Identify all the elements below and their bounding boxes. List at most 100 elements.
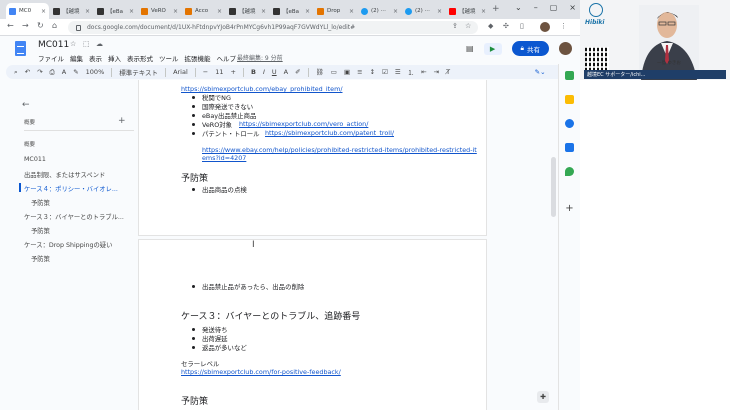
more-icon[interactable]: ⋮ bbox=[560, 22, 567, 30]
explore-button[interactable]: ✚ bbox=[537, 391, 549, 403]
font-size-decrease-icon[interactable]: − bbox=[203, 68, 208, 76]
redo-icon[interactable]: ↷ bbox=[37, 68, 42, 76]
tab-item[interactable]: 【eBa × bbox=[94, 3, 137, 19]
numbered-list-icon[interactable]: ⒈ bbox=[408, 67, 415, 77]
close-icon[interactable]: × bbox=[261, 8, 266, 15]
align-icon[interactable]: ≡ bbox=[357, 68, 362, 76]
docs-logo-icon[interactable] bbox=[15, 41, 26, 56]
search-menus-icon[interactable]: ⌕ bbox=[14, 68, 18, 77]
doc-link[interactable]: https://www.ebay.com/help/policies/prohi… bbox=[202, 146, 477, 154]
page[interactable]: https://sbimexportclub.com/ebay_prohibit… bbox=[139, 80, 486, 235]
back-arrow-icon[interactable]: ← bbox=[22, 100, 30, 110]
page[interactable]: I 出品禁止品があったら、出品の削除 ケース３：バイヤーとのトラブル、追跡番号 … bbox=[139, 240, 486, 410]
doc-link[interactable]: https://sbimexportclub.com/for-positive-… bbox=[181, 368, 341, 376]
profile-avatar[interactable] bbox=[540, 22, 550, 32]
close-icon[interactable]: × bbox=[393, 8, 398, 15]
extension-icon[interactable]: ◆ bbox=[488, 22, 493, 30]
add-summary-icon[interactable]: + bbox=[118, 116, 126, 126]
maps-icon[interactable] bbox=[565, 167, 574, 176]
document-title[interactable]: MC011 bbox=[38, 40, 69, 50]
maximize-icon[interactable]: ▢ bbox=[550, 3, 558, 12]
clear-format-icon[interactable]: T̸ bbox=[446, 68, 450, 76]
tab-mc011[interactable]: MC0 × bbox=[6, 3, 49, 19]
doc-link[interactable]: https://sbimexportclub.com/patent_troll/ bbox=[265, 129, 394, 137]
highlight-icon[interactable]: ✐ bbox=[295, 68, 300, 76]
close-icon[interactable]: × bbox=[305, 8, 310, 15]
tab-item[interactable]: 【越境 × bbox=[226, 3, 269, 19]
outline-item[interactable]: ケース：Drop Shippingの疑い bbox=[24, 240, 112, 249]
share-icon[interactable]: ⇪ bbox=[452, 22, 458, 30]
star-icon[interactable]: ☆ bbox=[465, 22, 471, 30]
tab-item[interactable]: (2) ⋯ × bbox=[402, 3, 445, 19]
print-icon[interactable]: ⎙ bbox=[50, 68, 55, 77]
move-folder-icon[interactable]: ⬚ bbox=[83, 40, 90, 48]
doc-link[interactable]: https://sbimexportclub.com/ebay_prohibit… bbox=[181, 85, 343, 93]
bullet-list-icon[interactable]: ☰ bbox=[395, 68, 401, 76]
new-tab-button[interactable]: + bbox=[492, 4, 500, 14]
tab-item[interactable]: 【越境 × bbox=[50, 3, 93, 19]
paint-format-icon[interactable]: ✎ bbox=[73, 68, 78, 76]
sidepanel-icon[interactable]: ▯ bbox=[520, 22, 524, 30]
url-field[interactable]: docs.google.com/document/d/1UX-hFtdnpvYJ… bbox=[68, 21, 478, 34]
outline-item-active[interactable]: ケース４：ポリシー・バイオレ... bbox=[24, 184, 118, 193]
doc-link[interactable]: ems?id=4207 bbox=[202, 154, 246, 162]
close-icon[interactable]: × bbox=[481, 8, 486, 15]
checklist-icon[interactable]: ☑ bbox=[382, 68, 388, 76]
tab-item[interactable]: VeRO × bbox=[138, 3, 181, 19]
font-size-field[interactable]: 11 bbox=[215, 68, 223, 76]
close-icon[interactable]: × bbox=[349, 8, 354, 15]
tab-item[interactable]: Drop × bbox=[314, 3, 357, 19]
document-canvas[interactable]: https://sbimexportclub.com/ebay_prohibit… bbox=[137, 80, 557, 410]
home-icon[interactable]: ⌂ bbox=[52, 21, 57, 30]
style-select[interactable]: 標準テキスト bbox=[119, 67, 158, 77]
reload-icon[interactable]: ↻ bbox=[37, 21, 44, 30]
menu-tools[interactable]: ツール bbox=[159, 53, 179, 63]
font-select[interactable]: Arial bbox=[173, 68, 188, 76]
keep-icon[interactable] bbox=[565, 95, 574, 104]
menu-insert[interactable]: 挿入 bbox=[108, 53, 121, 63]
menu-format[interactable]: 表示形式 bbox=[127, 53, 153, 63]
star-icon[interactable]: ☆ bbox=[70, 40, 76, 48]
tab-item[interactable]: 【越境 × bbox=[446, 3, 489, 19]
menu-help[interactable]: ヘルプ bbox=[217, 53, 237, 63]
doc-link[interactable]: https://sbimexportclub.com/vero_action/ bbox=[239, 120, 368, 128]
tab-item[interactable]: Acco × bbox=[182, 3, 225, 19]
indent-decrease-icon[interactable]: ⇤ bbox=[421, 68, 426, 76]
close-icon[interactable]: × bbox=[437, 8, 442, 15]
close-icon[interactable]: × bbox=[85, 8, 90, 15]
outline-item[interactable]: MC011 bbox=[24, 156, 46, 163]
tab-item[interactable]: (2) ⋯ × bbox=[358, 3, 401, 19]
comment-icon[interactable]: ▭ bbox=[331, 68, 337, 76]
contacts-icon[interactable] bbox=[565, 143, 574, 152]
share-button[interactable]: 🔒︎ 共有 bbox=[511, 41, 549, 56]
comment-history-icon[interactable]: ▤ bbox=[466, 44, 474, 53]
close-icon[interactable]: × bbox=[41, 8, 46, 15]
outline-item[interactable]: 予防策 bbox=[31, 254, 50, 263]
menu-extensions[interactable]: 拡張機能 bbox=[185, 53, 211, 63]
italic-icon[interactable]: I bbox=[263, 68, 265, 76]
calendar-icon[interactable] bbox=[565, 71, 574, 80]
bold-icon[interactable]: B bbox=[251, 68, 256, 76]
cloud-status-icon[interactable]: ☁ bbox=[96, 40, 103, 48]
avatar[interactable] bbox=[559, 42, 572, 55]
puzzle-icon[interactable]: ✣ bbox=[503, 22, 509, 30]
outline-item[interactable]: ケース３：バイヤーとのトラブル... bbox=[24, 212, 124, 221]
meet-icon[interactable]: ▶ bbox=[483, 42, 502, 55]
vertical-scrollbar[interactable] bbox=[551, 157, 556, 217]
add-addon-icon[interactable]: + bbox=[565, 204, 574, 214]
link-icon[interactable]: ⛓ bbox=[316, 68, 324, 76]
close-icon[interactable]: × bbox=[217, 8, 222, 15]
line-spacing-icon[interactable]: ↕ bbox=[370, 68, 375, 76]
underline-icon[interactable]: U bbox=[272, 68, 277, 76]
font-size-increase-icon[interactable]: + bbox=[231, 68, 236, 76]
spellcheck-icon[interactable]: A bbox=[62, 68, 66, 76]
close-icon[interactable]: × bbox=[129, 8, 134, 15]
close-icon[interactable]: × bbox=[173, 8, 178, 15]
tab-item[interactable]: 【eBa × bbox=[270, 3, 313, 19]
image-icon[interactable]: ▣ bbox=[344, 68, 350, 76]
close-window-icon[interactable]: × bbox=[569, 3, 576, 12]
outline-item[interactable]: 予防策 bbox=[31, 226, 50, 235]
outline-item[interactable]: 出品制限、またはサスペンド bbox=[24, 170, 105, 179]
undo-icon[interactable]: ↶ bbox=[25, 68, 30, 76]
editing-mode-icon[interactable]: ✎⌄ bbox=[535, 68, 546, 76]
